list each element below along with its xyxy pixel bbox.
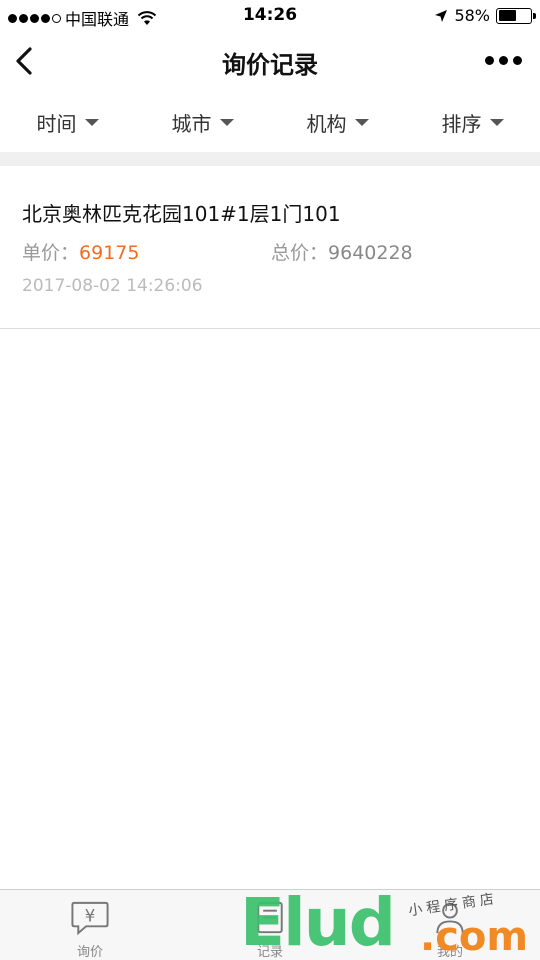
caret-down-icon <box>219 118 234 126</box>
caret-down-icon <box>84 118 99 126</box>
navigation-bar: 询价记录 <box>0 30 540 92</box>
location-arrow-icon <box>435 9 448 22</box>
status-bar: 中国联通 14:26 58% <box>0 0 540 30</box>
tab-inquiry[interactable]: ¥ 询价 <box>0 890 180 960</box>
record-icon <box>257 901 283 934</box>
filter-sort-dropdown[interactable]: 排序 <box>405 92 540 152</box>
filter-city-dropdown[interactable]: 城市 <box>135 92 270 152</box>
filter-label: 城市 <box>171 111 212 136</box>
more-options-icon[interactable] <box>485 56 522 65</box>
caret-down-icon <box>489 118 504 126</box>
page-title: 询价记录 <box>222 51 318 79</box>
record-address: 北京奥林匹克花园101#1层1门101 <box>22 202 341 226</box>
record-timestamp: 2017-08-02 14:26:06 <box>22 276 203 296</box>
tab-records[interactable]: 记录 <box>180 890 360 960</box>
svg-text:¥: ¥ <box>85 906 96 925</box>
bottom-tab-bar: ¥ 询价 记录 我的 <box>0 889 540 960</box>
filter-label: 机构 <box>306 111 347 136</box>
tab-label: 我的 <box>436 945 463 960</box>
status-right: 58% <box>434 6 536 25</box>
tab-label: 记录 <box>256 945 283 960</box>
total-price-value: 9640228 <box>328 242 413 264</box>
unit-price-value: 69175 <box>79 242 140 264</box>
filter-agency-dropdown[interactable]: 机构 <box>270 92 405 152</box>
unit-price-label: 单价： <box>22 242 80 264</box>
filter-time-dropdown[interactable]: 时间 <box>0 92 135 152</box>
filter-bar: 时间 城市 机构 排序 <box>0 92 540 152</box>
battery-percent: 58% <box>454 6 490 25</box>
user-icon <box>436 902 464 934</box>
total-price-label: 总价： <box>271 242 329 264</box>
unit-price: 单价：69175 <box>22 238 139 265</box>
battery-fill <box>498 10 517 21</box>
tab-mine[interactable]: 我的 <box>360 890 540 960</box>
filter-label: 排序 <box>441 111 482 136</box>
record-list-item[interactable]: 北京奥林匹克花园101#1层1门101 单价：69175 总价：9640228 … <box>0 166 540 329</box>
tab-label: 询价 <box>76 945 103 960</box>
battery-icon <box>496 7 536 24</box>
section-divider <box>0 152 540 166</box>
total-price: 总价：9640228 <box>271 238 413 265</box>
caret-down-icon <box>354 118 369 126</box>
yuan-chat-icon: ¥ <box>71 901 109 936</box>
filter-label: 时间 <box>36 111 77 136</box>
